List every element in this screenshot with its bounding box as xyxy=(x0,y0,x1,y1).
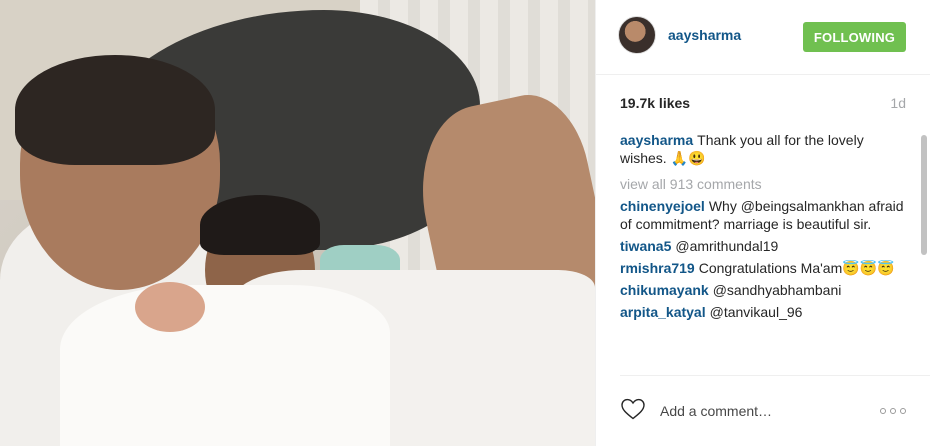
likes-count[interactable]: 19.7k likes xyxy=(620,95,690,111)
post-header: aaysharma FOLLOWING xyxy=(596,0,930,75)
more-options-icon[interactable] xyxy=(880,408,906,414)
comments-scrollbar[interactable] xyxy=(920,131,930,376)
caption: aaysharma Thank you all for the lovely wi… xyxy=(620,131,908,167)
view-all-comments-link[interactable]: view all 913 comments xyxy=(620,175,908,193)
comment-username[interactable]: arpita_katyal xyxy=(620,304,706,320)
post-footer xyxy=(596,376,930,446)
photo-baby-face xyxy=(135,282,205,332)
caption-username[interactable]: aaysharma xyxy=(620,132,693,148)
comment-text: @sandhyabhambani xyxy=(712,282,842,298)
avatar[interactable] xyxy=(618,16,656,54)
photo-baby-wrap xyxy=(60,285,390,446)
comment-text: @amrithundal19 xyxy=(675,238,779,254)
photo-woman-hair xyxy=(200,195,320,255)
comment-username[interactable]: rmishra719 xyxy=(620,260,695,276)
dot xyxy=(890,408,896,414)
list-item: chikumayank @sandhyabhambani xyxy=(620,281,908,299)
heart-icon-svg xyxy=(621,398,645,419)
instagram-post: aaysharma FOLLOWING 19.7k likes 1d aaysh… xyxy=(0,0,930,446)
dot xyxy=(900,408,906,414)
comment-text: Congratulations Ma'am😇😇😇 xyxy=(698,260,895,276)
comment-text: @tanvikaul_96 xyxy=(709,304,803,320)
following-button[interactable]: FOLLOWING xyxy=(803,22,906,52)
comments-list[interactable]: aaysharma Thank you all for the lovely wi… xyxy=(620,131,930,376)
comments-section: aaysharma Thank you all for the lovely wi… xyxy=(620,131,930,376)
add-comment-input[interactable] xyxy=(660,403,880,419)
post-sidebar: aaysharma FOLLOWING 19.7k likes 1d aaysh… xyxy=(595,0,930,446)
heart-icon[interactable] xyxy=(620,397,646,426)
comment-username[interactable]: tiwana5 xyxy=(620,238,671,254)
photo-man-hair xyxy=(15,55,215,165)
comment-username[interactable]: chinenyejoel xyxy=(620,198,705,214)
post-photo[interactable] xyxy=(0,0,595,446)
list-item: chinenyejoel Why @beingsalmankhan afraid … xyxy=(620,197,908,233)
post-meta: 19.7k likes 1d xyxy=(596,75,930,131)
list-item: arpita_katyal @tanvikaul_96 xyxy=(620,303,908,321)
list-item: rmishra719 Congratulations Ma'am😇😇😇 xyxy=(620,259,908,277)
comment-username[interactable]: chikumayank xyxy=(620,282,709,298)
scrollbar-thumb[interactable] xyxy=(921,135,927,255)
list-item: tiwana5 @amrithundal19 xyxy=(620,237,908,255)
header-username[interactable]: aaysharma xyxy=(668,27,741,43)
dot xyxy=(880,408,886,414)
post-time[interactable]: 1d xyxy=(890,95,906,111)
